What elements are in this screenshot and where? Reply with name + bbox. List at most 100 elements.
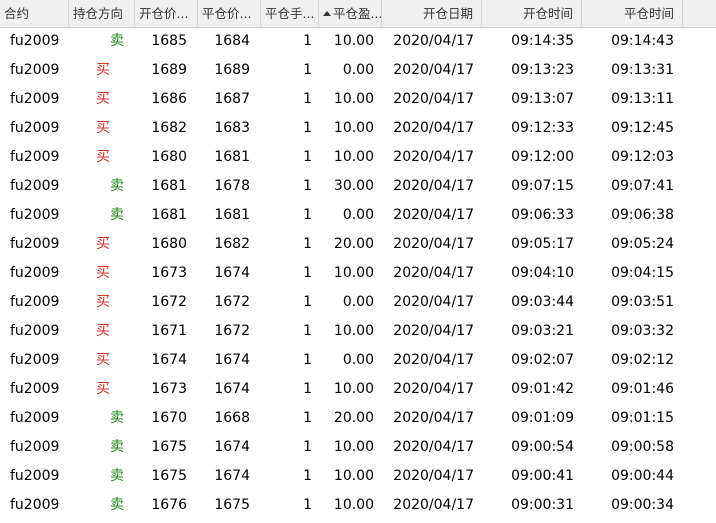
contract-cell: fu2009 [10,439,60,455]
close-price-cell: 1681 [214,207,250,223]
col-header-close-pl[interactable]: 平仓盈... [319,0,382,27]
close-qty-cell: 1 [303,236,312,252]
close-pl-cell: 20.00 [333,236,374,252]
close-qty-cell: 1 [303,381,312,397]
contract-cell: fu2009 [10,294,60,310]
close-price-cell: 1674 [214,468,250,484]
close-price-cell: 1674 [214,381,250,397]
table-row[interactable]: fu2009 卖 1675 1674 1 10.00 2020/04/17 09:00:54 0… [0,433,716,462]
contract-cell: fu2009 [10,91,60,107]
direction-cell: 买 [96,62,110,78]
contract-cell: fu2009 [10,468,60,484]
close-price-cell: 1682 [214,236,250,252]
close-time-cell: 09:00:34 [611,497,674,513]
open-date-cell: 2020/04/17 [393,33,474,49]
close-qty-cell: 1 [303,62,312,78]
open-date-cell: 2020/04/17 [393,468,474,484]
table-row[interactable]: fu2009 买 1680 1681 1 10.00 2020/04/17 09:12:00 0… [0,143,716,172]
close-price-cell: 1674 [214,265,250,281]
direction-cell: 卖 [110,497,124,513]
col-header-open-date[interactable]: 开仓日期 [382,0,482,27]
table-header: 合约 持仓方向 开仓价... 平仓价... 平仓手... 平仓盈... 开仓日期… [0,0,716,28]
close-qty-cell: 1 [303,178,312,194]
open-date-cell: 2020/04/17 [393,323,474,339]
open-time-cell: 09:07:15 [511,178,574,194]
close-time-cell: 09:12:03 [611,149,674,165]
close-pl-cell: 10.00 [333,468,374,484]
close-pl-cell: 10.00 [333,33,374,49]
direction-cell: 卖 [110,439,124,455]
table-row[interactable]: fu2009 卖 1676 1675 1 10.00 2020/04/17 09:00:31 0… [0,491,716,520]
open-time-cell: 09:13:23 [511,62,574,78]
table-row[interactable]: fu2009 卖 1681 1678 1 30.00 2020/04/17 09:07:15 0… [0,172,716,201]
close-price-cell: 1672 [214,294,250,310]
close-price-cell: 1674 [214,439,250,455]
direction-cell: 买 [96,323,110,339]
direction-cell: 买 [96,120,110,136]
open-price-cell: 1686 [151,91,187,107]
col-header-close-qty[interactable]: 平仓手... [261,0,319,27]
close-price-cell: 1684 [214,33,250,49]
close-pl-cell: 0.00 [342,294,374,310]
contract-cell: fu2009 [10,62,60,78]
open-date-cell: 2020/04/17 [393,294,474,310]
table-row[interactable]: fu2009 买 1682 1683 1 10.00 2020/04/17 09:12:33 0… [0,114,716,143]
direction-cell: 买 [96,352,110,368]
direction-cell: 卖 [110,207,124,223]
col-header-open-time[interactable]: 开仓时间 [482,0,582,27]
direction-cell: 卖 [110,178,124,194]
close-time-cell: 09:07:41 [611,178,674,194]
open-time-cell: 09:00:31 [511,497,574,513]
close-time-cell: 09:03:32 [611,323,674,339]
close-price-cell: 1668 [214,410,250,426]
open-date-cell: 2020/04/17 [393,497,474,513]
open-time-cell: 09:14:35 [511,33,574,49]
open-price-cell: 1674 [151,352,187,368]
close-time-cell: 09:05:24 [611,236,674,252]
open-time-cell: 09:03:44 [511,294,574,310]
contract-cell: fu2009 [10,323,60,339]
table-row[interactable]: fu2009 买 1673 1674 1 10.00 2020/04/17 09:04:10 0… [0,259,716,288]
open-time-cell: 09:12:00 [511,149,574,165]
open-price-cell: 1680 [151,236,187,252]
open-time-cell: 09:01:42 [511,381,574,397]
table-row[interactable]: fu2009 买 1673 1674 1 10.00 2020/04/17 09:01:42 0… [0,375,716,404]
open-time-cell: 09:05:17 [511,236,574,252]
col-header-close-price[interactable]: 平仓价... [198,0,261,27]
close-qty-cell: 1 [303,439,312,455]
table-row[interactable]: fu2009 买 1672 1672 1 0.00 2020/04/17 09:03:44 09… [0,288,716,317]
col-header-close-time[interactable]: 平仓时间 [582,0,683,27]
open-price-cell: 1681 [151,178,187,194]
table-row[interactable]: fu2009 买 1689 1689 1 0.00 2020/04/17 09:13:23 09… [0,56,716,85]
close-time-cell: 09:06:38 [611,207,674,223]
close-qty-cell: 1 [303,265,312,281]
table-row[interactable]: fu2009 卖 1685 1684 1 10.00 2020/04/17 09:14:35 0… [0,27,716,56]
table-row[interactable]: fu2009 买 1671 1672 1 10.00 2020/04/17 09:03:21 0… [0,317,716,346]
table-row[interactable]: fu2009 卖 1670 1668 1 20.00 2020/04/17 09:01:09 0… [0,404,716,433]
open-price-cell: 1673 [151,265,187,281]
table-row[interactable]: fu2009 买 1674 1674 1 0.00 2020/04/17 09:02:07 09… [0,346,716,375]
direction-cell: 买 [96,294,110,310]
close-pl-cell: 0.00 [342,352,374,368]
open-price-cell: 1681 [151,207,187,223]
col-header-contract[interactable]: 合约 [0,0,69,27]
col-header-open-price[interactable]: 开仓价... [135,0,198,27]
contract-cell: fu2009 [10,149,60,165]
col-header-direction[interactable]: 持仓方向 [69,0,135,27]
open-time-cell: 09:12:33 [511,120,574,136]
direction-cell: 买 [96,91,110,107]
table-row[interactable]: fu2009 买 1686 1687 1 10.00 2020/04/17 09:13:07 0… [0,85,716,114]
contract-cell: fu2009 [10,497,60,513]
close-time-cell: 09:00:44 [611,468,674,484]
table-row[interactable]: fu2009 买 1680 1682 1 20.00 2020/04/17 09:05:17 0… [0,230,716,259]
table-row[interactable]: fu2009 卖 1675 1674 1 10.00 2020/04/17 09:00:41 0… [0,462,716,491]
close-qty-cell: 1 [303,497,312,513]
close-time-cell: 09:00:58 [611,439,674,455]
direction-cell: 卖 [110,410,124,426]
close-time-cell: 09:01:15 [611,410,674,426]
close-qty-cell: 1 [303,91,312,107]
contract-cell: fu2009 [10,120,60,136]
open-date-cell: 2020/04/17 [393,149,474,165]
table-row[interactable]: fu2009 卖 1681 1681 1 0.00 2020/04/17 09:06:33 09… [0,201,716,230]
close-time-cell: 09:04:15 [611,265,674,281]
